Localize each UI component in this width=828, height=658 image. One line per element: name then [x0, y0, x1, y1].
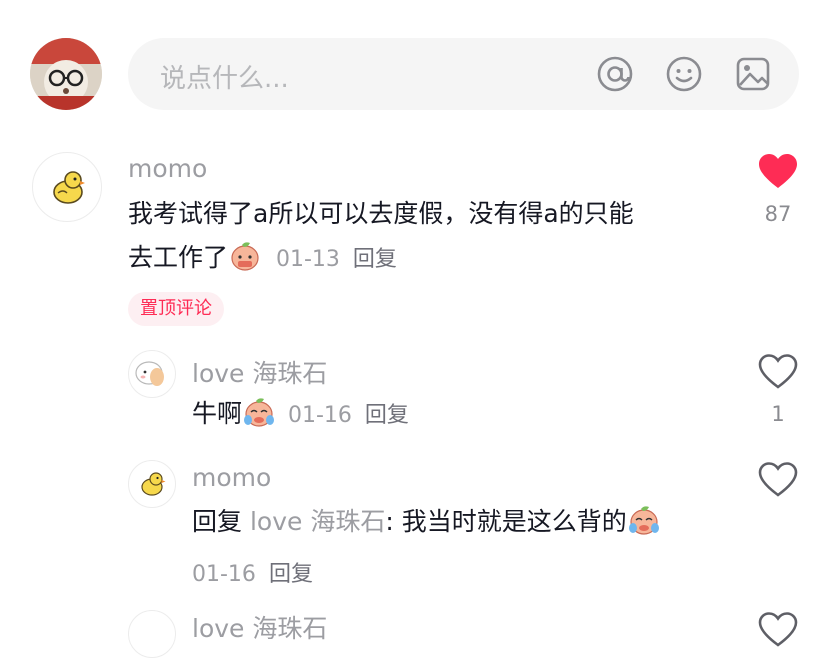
comment-avatar[interactable] — [32, 152, 102, 222]
comment-text-line: 我考试得了a所以可以去度假，没有得a的只能 — [128, 199, 634, 228]
cry-emoji-icon — [627, 501, 661, 545]
like-button[interactable] — [758, 154, 798, 190]
comment-text-line: 去工作了 01-13 回复 — [128, 236, 397, 282]
comment-date: 01-16 — [192, 562, 256, 587]
comment-text-line: 牛啊 01-16 回复 — [192, 392, 409, 438]
chick-icon — [141, 472, 166, 496]
like-button[interactable] — [758, 462, 798, 498]
reply-button[interactable]: 回复 — [353, 247, 397, 272]
comment-username[interactable]: momo — [192, 463, 271, 492]
image-icon[interactable] — [733, 54, 773, 94]
chick-icon — [53, 171, 85, 204]
at-icon[interactable] — [595, 54, 635, 94]
like-count: 87 — [764, 202, 792, 226]
cry-emoji-icon — [242, 393, 276, 437]
comment-username[interactable]: love 海珠石 — [192, 609, 327, 645]
comment-date: 01-16 — [287, 403, 352, 428]
reply-avatar[interactable] — [128, 350, 176, 398]
comment-date: 01-13 — [275, 247, 340, 272]
reply-avatar[interactable] — [128, 460, 176, 508]
like-count: 1 — [771, 402, 785, 426]
bunny-avatar-image — [135, 361, 164, 386]
mention-link[interactable]: love 海珠石 — [250, 507, 385, 536]
reply-button[interactable]: 回复 — [269, 562, 313, 587]
heart-outline-icon[interactable] — [758, 612, 798, 648]
reply-avatar[interactable] — [128, 610, 176, 658]
pinned-comment-badge: 置顶评论 — [128, 292, 224, 326]
like-button[interactable] — [758, 354, 798, 390]
heart-outline-icon[interactable] — [758, 354, 798, 390]
heart-outline-icon[interactable] — [758, 462, 798, 498]
emoji-icon[interactable] — [664, 54, 704, 94]
reply-prefix: 回复 — [192, 507, 243, 536]
comment-input-placeholder[interactable]: 说点什么... — [160, 58, 289, 95]
peach-face-emoji-icon — [228, 237, 262, 281]
comment-username[interactable]: momo — [128, 154, 207, 183]
like-button[interactable] — [758, 612, 798, 648]
comment-text: 牛啊 — [192, 399, 243, 428]
comment-text: 去工作了 — [128, 243, 229, 272]
bear-avatar-image — [30, 38, 102, 110]
comment-text-line: 回复 love 海珠石: 我当时就是这么背的 — [192, 500, 661, 545]
reply-button[interactable]: 回复 — [365, 403, 409, 428]
my-avatar[interactable] — [30, 38, 102, 110]
comment-input-bar[interactable]: 说点什么... — [128, 38, 799, 110]
heart-filled-icon[interactable] — [758, 154, 798, 190]
comment-text: : 我当时就是这么背的 — [385, 507, 627, 536]
comment-username[interactable]: love 海珠石 — [192, 354, 327, 390]
